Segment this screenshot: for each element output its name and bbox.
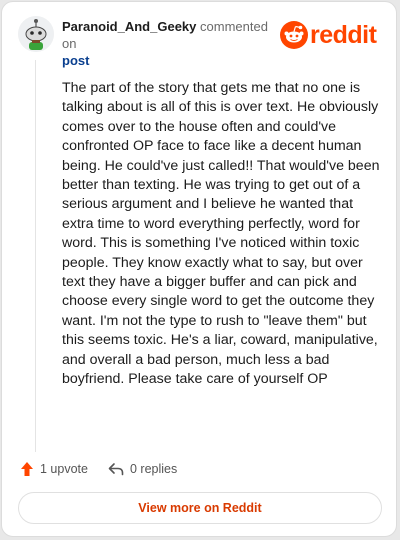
- snoo-avatar-icon[interactable]: [18, 16, 54, 52]
- reddit-wordmark: reddit: [310, 21, 377, 49]
- reddit-logo[interactable]: reddit: [280, 20, 386, 50]
- comment-header: Paranoid_And_Geeky commented on post red…: [18, 16, 386, 68]
- comment-actions: 1 upvote 0 replies: [20, 458, 380, 480]
- upvote-button[interactable]: 1 upvote: [20, 458, 88, 480]
- reply-arrow-icon: [108, 463, 124, 476]
- reply-button[interactable]: 0 replies: [108, 458, 177, 480]
- post-link[interactable]: post: [62, 52, 282, 69]
- comment-embed-card: Paranoid_And_Geeky commented on post red…: [1, 1, 397, 537]
- upvote-arrow-icon: [21, 462, 33, 476]
- upvote-count: 1 upvote: [40, 462, 88, 476]
- author-link[interactable]: Paranoid_And_Geeky: [62, 19, 196, 34]
- reply-count: 0 replies: [130, 462, 178, 476]
- thread-line: [35, 60, 36, 452]
- comment-body: The part of the story that gets me that …: [62, 80, 380, 388]
- view-more-button[interactable]: View more on Reddit: [18, 492, 382, 524]
- reddit-snoo-icon: [280, 21, 308, 49]
- comment-meta: Paranoid_And_Geeky commented on post: [62, 18, 282, 69]
